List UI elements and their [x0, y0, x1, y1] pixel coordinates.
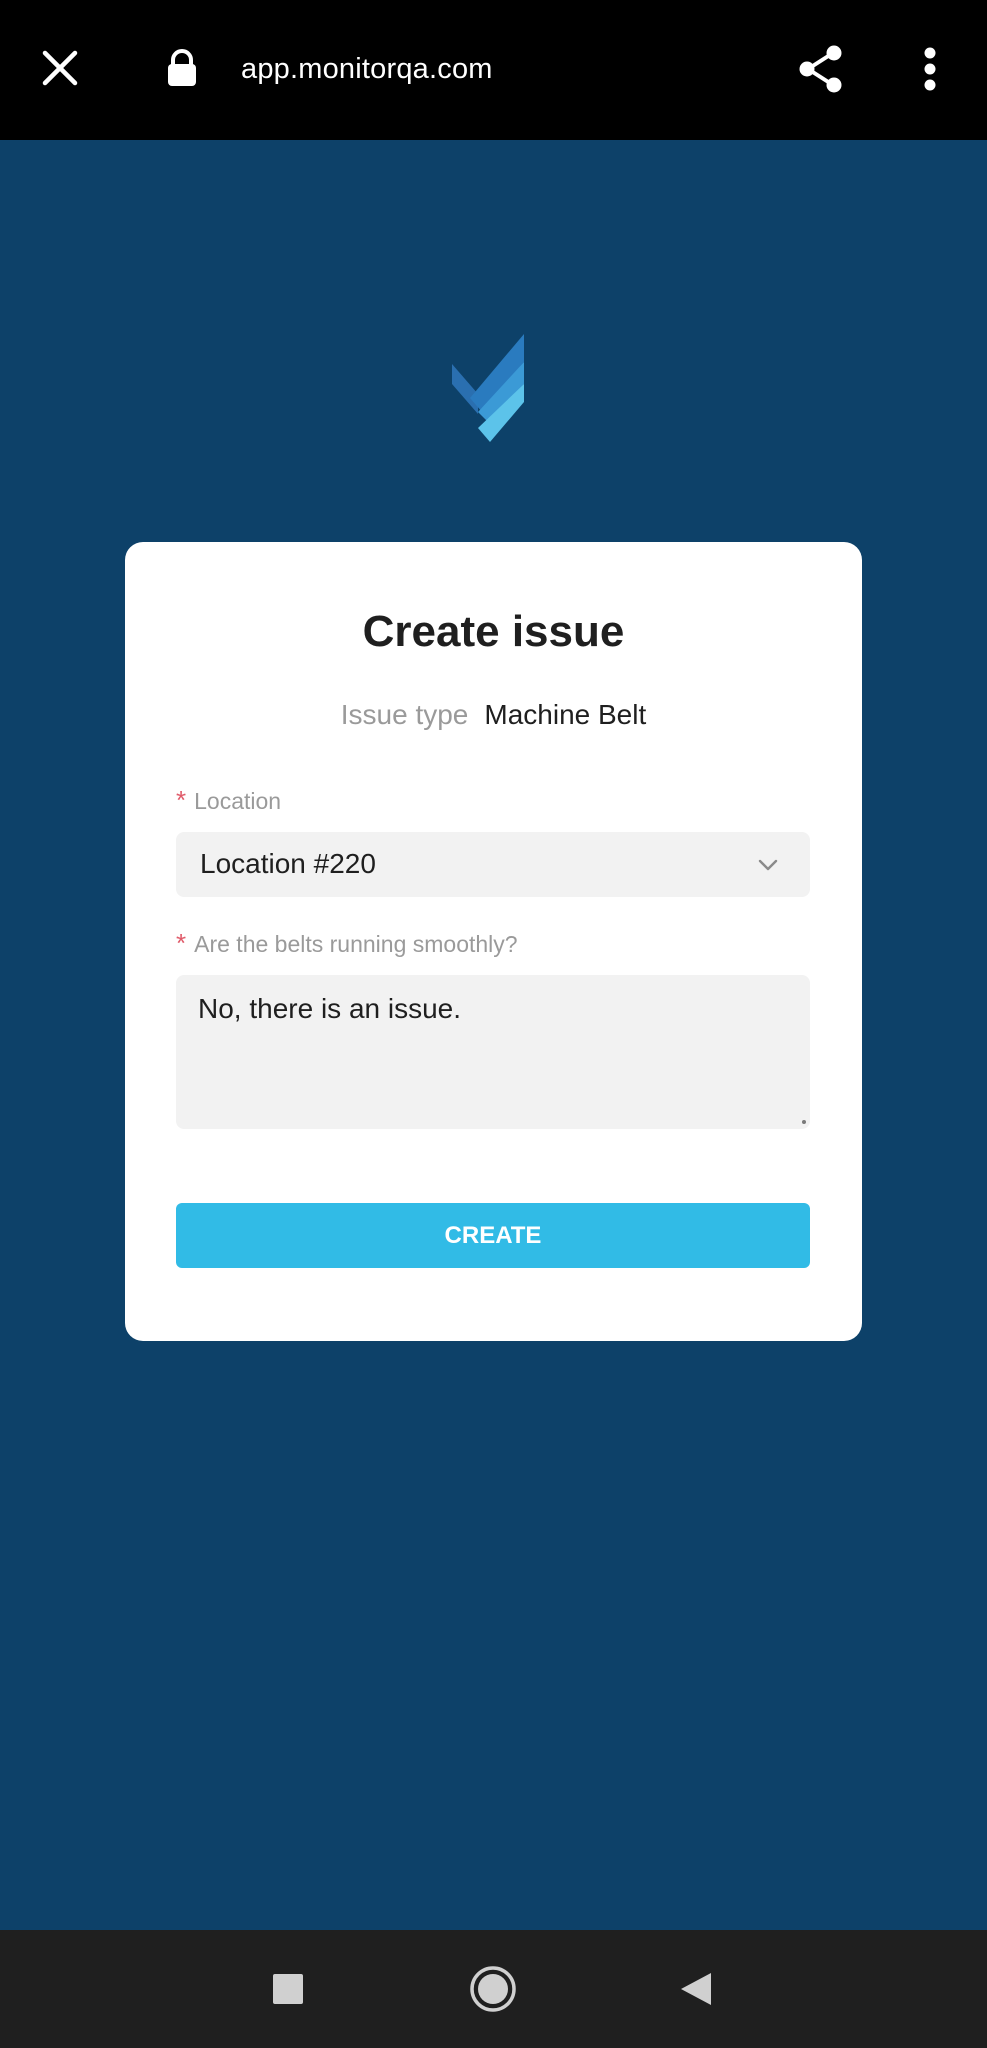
issue-type-label: Issue type	[340, 699, 469, 730]
more-vertical-icon	[924, 47, 936, 91]
page-title: Create issue	[362, 607, 625, 656]
required-mark: *	[176, 928, 187, 958]
home-button[interactable]	[460, 1956, 526, 2022]
url-text[interactable]: app.monitorqa.com	[241, 50, 493, 88]
recents-button[interactable]	[255, 1956, 321, 2022]
back-triangle-icon	[681, 1973, 711, 2005]
share-icon	[799, 45, 842, 93]
close-button[interactable]	[30, 38, 90, 98]
location-label: * Location	[176, 785, 281, 816]
location-label-text: Location	[194, 788, 282, 814]
belts-question-label: * Are the belts running smoothly?	[176, 928, 518, 959]
belts-question-label-text: Are the belts running smoothly?	[194, 931, 518, 957]
lock-icon	[168, 49, 196, 86]
system-navigation-bar	[0, 1930, 987, 2048]
required-mark: *	[176, 785, 187, 815]
recents-square-icon	[273, 1974, 303, 2004]
resize-handle[interactable]	[802, 1120, 806, 1124]
more-menu-button[interactable]	[900, 38, 960, 100]
browser-toolbar: app.monitorqa.com	[0, 0, 987, 140]
close-icon	[42, 50, 78, 86]
location-select-value: Location #220	[200, 848, 376, 879]
issue-type-value: Machine Belt	[484, 699, 647, 730]
back-button[interactable]	[663, 1956, 729, 2022]
belts-answer-textarea[interactable]: No, there is an issue.	[176, 975, 810, 1129]
location-select[interactable]: Location #220	[176, 832, 810, 897]
home-circle-icon	[470, 1966, 516, 2012]
share-button[interactable]	[790, 38, 852, 100]
monitorqa-logo	[452, 334, 524, 442]
chevron-down-icon	[758, 859, 778, 871]
create-button[interactable]: CREATE	[176, 1203, 810, 1268]
issue-type-row: Issue type Machine Belt	[0, 697, 987, 733]
